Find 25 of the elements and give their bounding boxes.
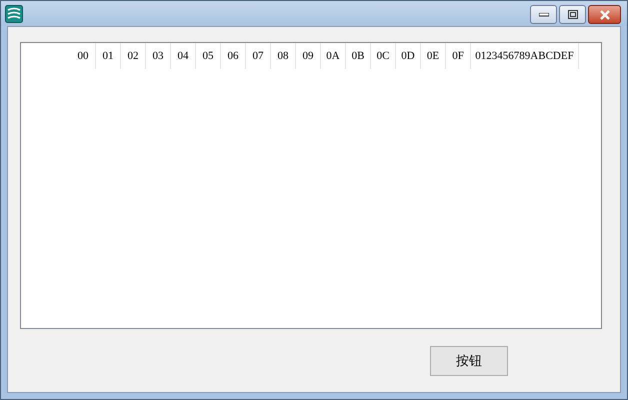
- minimize-button[interactable]: [530, 5, 557, 24]
- column-header: 0A: [321, 43, 346, 69]
- column-header: 0F: [446, 43, 471, 69]
- column-header: 07: [246, 43, 271, 69]
- app-icon: [5, 4, 23, 22]
- maximize-button[interactable]: [559, 5, 586, 24]
- column-header: 06: [221, 43, 246, 69]
- column-header: 02: [121, 43, 146, 69]
- column-header: 04: [171, 43, 196, 69]
- minimize-icon: [538, 12, 548, 16]
- column-header: 0B: [346, 43, 371, 69]
- column-header: 0D: [396, 43, 421, 69]
- column-header: 0E: [421, 43, 446, 69]
- push-button[interactable]: 按钮: [430, 346, 508, 376]
- column-header: 09: [296, 43, 321, 69]
- column-header: 03: [146, 43, 171, 69]
- column-header: 00: [71, 43, 96, 69]
- column-header: 05: [196, 43, 221, 69]
- column-header: 01: [96, 43, 121, 69]
- close-button[interactable]: [588, 5, 621, 24]
- close-icon: [598, 10, 610, 20]
- column-header: 0C: [371, 43, 396, 69]
- column-header: 08: [271, 43, 296, 69]
- maximize-icon: [568, 10, 578, 19]
- column-header: 0123456789ABCDEF: [471, 43, 579, 69]
